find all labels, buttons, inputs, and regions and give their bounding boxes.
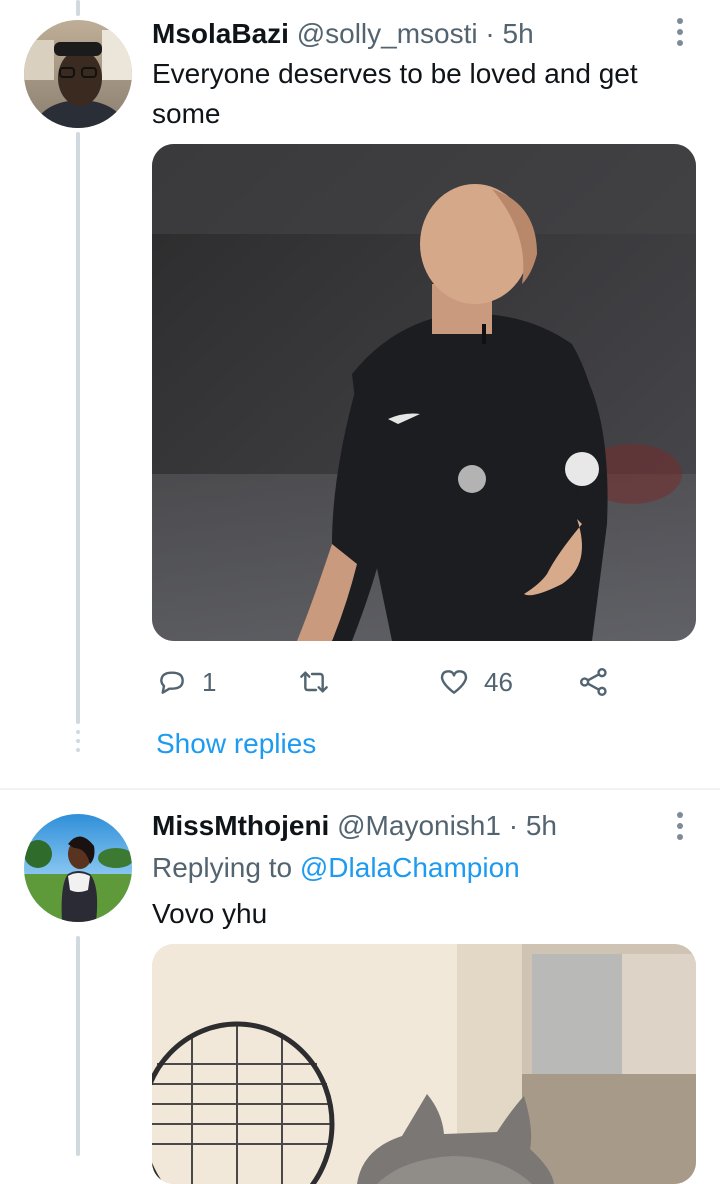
handle[interactable]: @Mayonish1 [337,810,501,841]
share-button[interactable] [578,662,610,702]
retweet-icon [300,671,328,693]
more-vertical-icon[interactable] [676,812,684,840]
reply-icon [160,671,184,694]
tweet-header: MsolaBazi @solly_msosti · 5h [152,18,534,50]
like-button[interactable]: 46 [438,662,513,702]
mention-link[interactable]: @DlalaChampion [300,852,520,883]
show-replies-link[interactable]: Show replies [156,726,316,762]
share-icon [580,668,607,696]
replying-to: Replying to @DlalaChampion [152,852,520,884]
tweet-divider [0,788,720,790]
cat-photo [152,944,696,1184]
tweet-header: MissMthojeni @Mayonish1 · 5h [152,810,557,842]
retweet-button[interactable] [296,662,346,702]
tweet-text: Vovo yhu [152,898,268,929]
avatar-image [24,814,132,922]
separator: · [485,18,495,49]
thread-line-top [76,0,80,16]
thread-continuation-dots [76,730,80,752]
timestamp[interactable]: 5h [526,810,557,841]
display-name[interactable]: MsolaBazi [152,18,289,49]
tweet-media[interactable] [152,144,696,641]
avatar-image [24,20,132,128]
tweet-text: Everyone deserves to be loved and get so… [152,58,638,129]
timestamp[interactable]: 5h [503,18,534,49]
thread-line [76,132,80,724]
display-name[interactable]: MissMthojeni [152,810,329,841]
referee-photo [152,144,696,641]
handle[interactable]: @solly_msosti [297,18,478,49]
avatar[interactable] [24,20,132,128]
reply-count: 1 [202,666,217,697]
separator: · [508,810,519,841]
thread-line [76,936,80,1156]
tweet-media[interactable] [152,944,696,1184]
more-vertical-icon[interactable] [676,18,684,46]
replying-prefix: Replying to [152,852,293,883]
reply-button[interactable]: 1 [156,662,216,702]
heart-icon [440,670,468,694]
like-count: 46 [484,666,513,697]
avatar[interactable] [24,814,132,922]
